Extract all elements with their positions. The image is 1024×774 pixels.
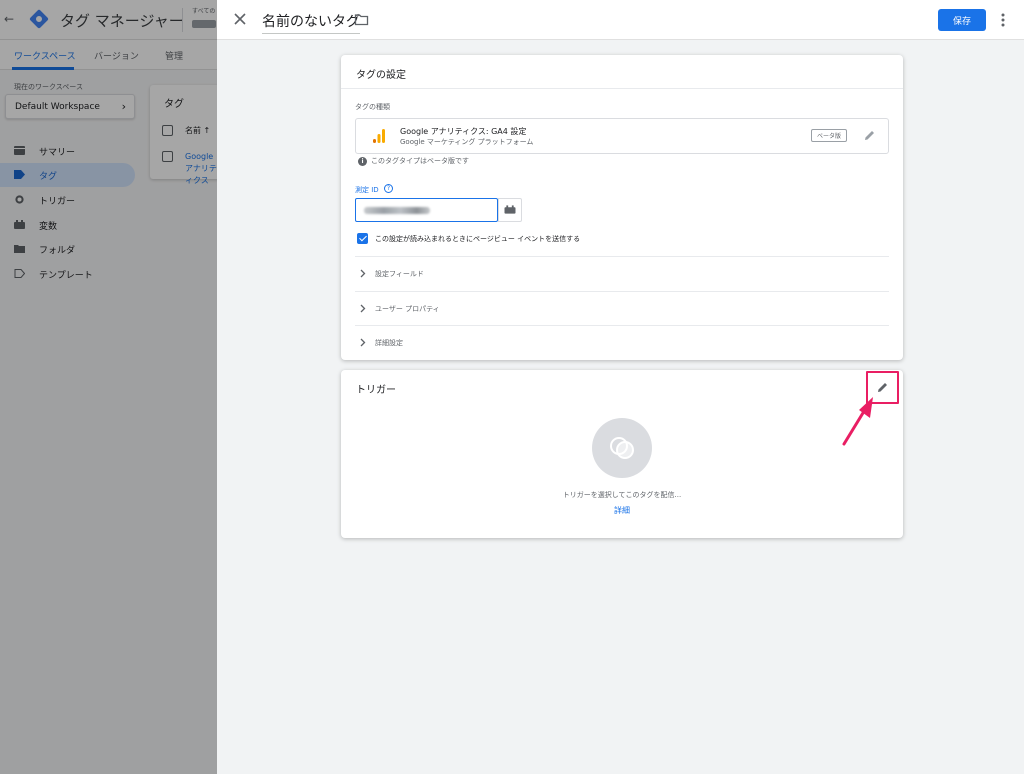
tag-type-name: Google アナリティクス: GA4 設定 [400, 127, 527, 136]
divider [341, 88, 903, 89]
triggering-card: トリガー トリガーを選択してこのタグを配信... 詳細 [341, 370, 903, 538]
beta-badge: ベータ版 [811, 129, 848, 142]
tag-type-vendor: Google マーケティング プラットフォーム [400, 138, 534, 146]
trigger-card-title: トリガー [356, 385, 396, 396]
measurement-id-label: 測定 ID [355, 186, 379, 194]
tag-type-label: タグの種類 [355, 103, 390, 111]
section-fields-to-set[interactable]: 設定フィールド [355, 256, 889, 290]
trigger-placeholder[interactable] [592, 418, 652, 478]
section-label: ユーザー プロパティ [375, 305, 440, 313]
redacted-value [364, 207, 430, 214]
save-button[interactable]: 保存 [938, 9, 986, 31]
section-label: 設定フィールド [375, 270, 424, 278]
measurement-id-input[interactable] [355, 198, 498, 222]
info-icon: i [358, 157, 367, 166]
chevron-right-icon [360, 338, 366, 347]
send-pageview-label: この設定が読み込まれるときにページビュー イベントを送信する [375, 235, 581, 243]
section-label: 詳細設定 [375, 339, 403, 347]
tag-type-selector[interactable]: Google アナリティクス: GA4 設定 Google マーケティング プラ… [355, 118, 889, 154]
section-user-properties[interactable]: ユーザー プロパティ [355, 291, 889, 325]
section-advanced-settings[interactable]: 詳細設定 [355, 325, 889, 359]
insert-variable-button[interactable] [498, 198, 522, 222]
trigger-icon [610, 437, 634, 459]
config-card-title: タグの設定 [356, 70, 406, 81]
more-vert-icon[interactable] [997, 10, 1009, 30]
variable-icon [504, 205, 516, 214]
help-icon[interactable]: ? [384, 184, 393, 193]
editor-header: 名前のないタグ 保存 [217, 0, 1024, 40]
learn-more-link[interactable]: 詳細 [341, 505, 903, 516]
chevron-right-icon [360, 304, 366, 313]
folder-icon[interactable] [354, 12, 369, 27]
tag-configuration-card: タグの設定 タグの種類 Google アナリティクス: GA4 設定 Googl… [341, 55, 903, 360]
annotation-arrow-icon [842, 397, 873, 446]
pencil-icon[interactable] [863, 129, 876, 142]
send-pageview-checkbox[interactable] [357, 233, 368, 244]
tag-name-field[interactable]: 名前のないタグ [262, 11, 360, 34]
trigger-empty-text: トリガーを選択してこのタグを配信... [562, 491, 682, 499]
beta-notice-text: このタグタイプはベータ版です [371, 157, 469, 165]
google-analytics-icon [373, 129, 385, 143]
close-icon[interactable] [231, 10, 249, 28]
chevron-right-icon [360, 269, 366, 278]
tag-editor-panel: 名前のないタグ 保存 タグの設定 タグの種類 Google アナリティクス: G… [217, 0, 1024, 774]
